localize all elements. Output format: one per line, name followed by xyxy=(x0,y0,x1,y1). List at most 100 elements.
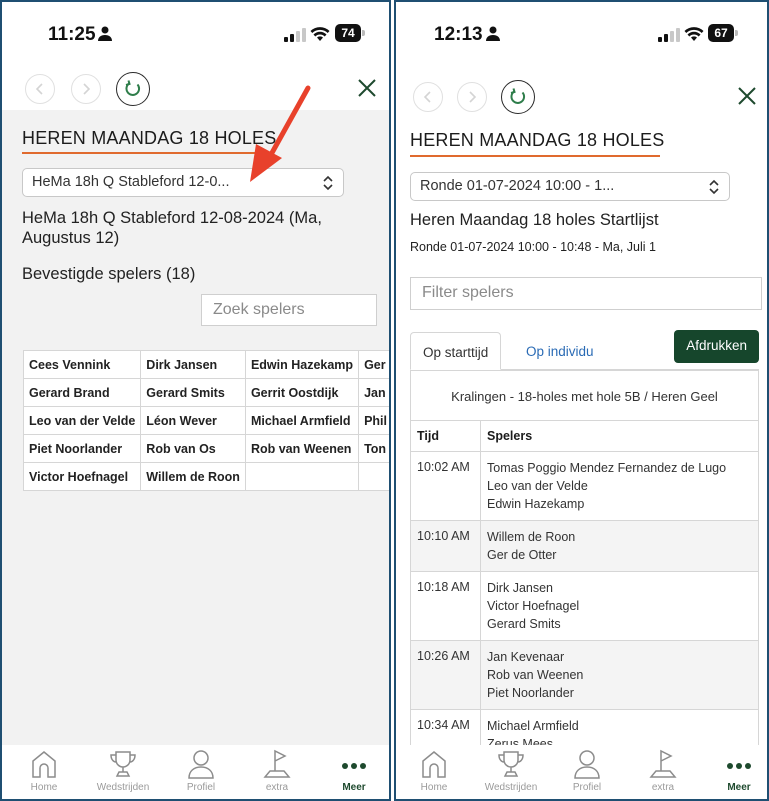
event-select-value: HeMa 18h Q Stableford 12-0... xyxy=(32,174,230,190)
course-name: Kralingen - 18-holes met hole 5B / Heren… xyxy=(411,371,758,421)
more-icon xyxy=(342,763,366,769)
player-cell xyxy=(244,462,360,491)
tee-time-players: Willem de Roon Ger de Otter xyxy=(481,521,758,571)
player-name: Rob van Weenen xyxy=(487,668,584,682)
player-cell[interactable]: Gerard Smits xyxy=(140,378,246,407)
battery-level: 67 xyxy=(708,24,734,42)
close-icon[interactable] xyxy=(356,77,378,99)
tab-home[interactable]: Home xyxy=(9,745,79,799)
player-cell[interactable]: Léon Wever xyxy=(140,406,246,435)
battery-icon: 74 xyxy=(335,24,365,42)
left-phone-screen: 11:25 74 HEREN MAANDAG 18 HOLES HeMa 18h… xyxy=(0,0,391,801)
trophy-icon xyxy=(110,751,136,777)
top-navigation xyxy=(2,72,389,110)
player-cell[interactable]: Ton xyxy=(358,434,389,463)
player-cell[interactable]: Rob van Weenen xyxy=(244,434,360,463)
refresh-button[interactable] xyxy=(116,72,150,106)
chevron-updown-icon xyxy=(709,179,719,195)
tee-time: 10:10 AM xyxy=(411,521,481,571)
tab-profiel-label: Profiel xyxy=(572,782,602,793)
tee-time-row: 10:18 AM Dirk Jansen Victor Hoefnagel Gerar… xyxy=(411,572,758,641)
column-header-players: Spelers xyxy=(487,429,533,443)
tab-profiel[interactable]: Profiel xyxy=(552,745,622,799)
back-button[interactable] xyxy=(25,74,55,104)
page-title: HEREN MAANDAG 18 HOLES xyxy=(410,130,665,150)
player-cell[interactable]: Phil xyxy=(358,406,389,435)
tab-meer[interactable]: Meer xyxy=(704,745,767,799)
table-header: Tijd Spelers xyxy=(411,421,758,452)
tee-time-row: 10:26 AM Jan Kevenaar Rob van Weenen Piet N… xyxy=(411,641,758,710)
view-tabs: Op starttijd Op individu Afdrukken xyxy=(410,330,759,370)
player-name: Edwin Hazekamp xyxy=(487,497,585,511)
tee-time: 10:26 AM xyxy=(411,641,481,709)
player-name: Gerard Smits xyxy=(487,617,561,631)
forward-button[interactable] xyxy=(71,74,101,104)
player-cell[interactable]: Rob van Os xyxy=(140,434,246,463)
tee-time: 10:02 AM xyxy=(411,452,481,520)
battery-level: 74 xyxy=(335,24,361,42)
player-cell[interactable]: Piet Noorlander xyxy=(22,434,142,463)
tee-time-row: 10:02 AM Tomas Poggio Mendez Fernandez de… xyxy=(411,452,758,521)
table-row: Gerard Brand Gerard Smits Gerrit Oostdijk J… xyxy=(22,378,389,407)
search-players-input[interactable]: Zoek spelers xyxy=(201,294,377,326)
player-cell[interactable]: Michael Armfield xyxy=(244,406,360,435)
tab-meer[interactable]: Meer xyxy=(319,745,389,799)
tab-meer-label: Meer xyxy=(342,782,366,793)
player-cell[interactable]: Victor Hoefnagel xyxy=(22,462,142,491)
players-table: Cees Vennink Dirk Jansen Edwin Hazekamp Ger… xyxy=(22,350,389,491)
tee-time-players: Jan Kevenaar Rob van Weenen Piet Noorlande… xyxy=(481,641,758,709)
tab-home-label: Home xyxy=(30,782,58,793)
player-cell[interactable]: Ger xyxy=(358,350,389,379)
table-row: Leo van der Velde Léon Wever Michael Armfi… xyxy=(22,406,389,435)
player-name: Piet Noorlander xyxy=(487,686,574,700)
tab-home[interactable]: Home xyxy=(399,745,469,799)
close-icon[interactable] xyxy=(736,85,758,107)
player-cell[interactable]: Dirk Jansen xyxy=(140,350,246,379)
player-cell[interactable]: Gerrit Oostdijk xyxy=(244,378,360,407)
refresh-icon xyxy=(510,88,526,104)
tab-wedstrijden[interactable]: Wedstrijden xyxy=(88,745,158,799)
round-info: Ronde 01-07-2024 10:00 - 10:48 - Ma, Jul… xyxy=(410,240,656,254)
tab-extra[interactable]: extra xyxy=(628,745,698,799)
home-icon xyxy=(422,751,446,778)
flag-icon xyxy=(263,749,291,778)
more-icon xyxy=(727,763,751,769)
tab-profiel[interactable]: Profiel xyxy=(166,745,236,799)
refresh-button[interactable] xyxy=(501,80,535,114)
person-icon xyxy=(188,750,214,779)
title-underline xyxy=(22,152,268,154)
chevron-right-icon xyxy=(469,91,477,103)
bottom-tab-bar: Home Wedstrijden Profiel extra Meer xyxy=(2,745,389,799)
bottom-tab-bar: Home Wedstrijden Profiel extra Meer xyxy=(396,745,767,799)
player-cell[interactable]: Cees Vennink xyxy=(22,350,142,379)
player-cell[interactable]: Leo van der Velde xyxy=(22,406,142,435)
status-bar: 12:13 67 xyxy=(396,2,767,64)
event-name: HeMa 18h Q Stableford 12-08-2024 (Ma, Au… xyxy=(22,209,322,247)
player-cell[interactable]: Willem de Roon xyxy=(140,462,246,491)
right-phone-screen: 12:13 67 HEREN MAANDAG 18 HOLES Ronde 01… xyxy=(394,0,769,801)
column-header-time: Tijd xyxy=(411,421,481,451)
title-underline xyxy=(410,155,660,157)
chevron-right-icon xyxy=(83,83,91,95)
wifi-icon xyxy=(310,27,330,41)
player-cell[interactable]: Gerard Brand xyxy=(22,378,142,407)
back-button[interactable] xyxy=(413,82,443,112)
tab-wedstrijden-label: Wedstrijden xyxy=(484,782,538,793)
player-name: Willem de Roon xyxy=(487,530,576,544)
table-row: Cees Vennink Dirk Jansen Edwin Hazekamp Ger xyxy=(22,350,389,379)
tab-extra[interactable]: extra xyxy=(242,745,312,799)
filter-players-input[interactable]: Filter spelers xyxy=(410,277,762,310)
tab-extra-label: extra xyxy=(265,782,289,793)
player-cell[interactable]: Edwin Hazekamp xyxy=(244,350,360,379)
tab-op-starttijd[interactable]: Op starttijd xyxy=(410,332,502,370)
start-list-title: Heren Maandag 18 holes Startlijst xyxy=(410,211,659,229)
person-status-icon xyxy=(98,26,112,41)
player-cell[interactable]: Jan xyxy=(358,378,389,407)
forward-button[interactable] xyxy=(457,82,487,112)
tab-wedstrijden-label: Wedstrijden xyxy=(96,782,150,793)
print-button[interactable]: Afdrukken xyxy=(674,330,759,363)
tab-wedstrijden[interactable]: Wedstrijden xyxy=(476,745,546,799)
tab-op-individu[interactable]: Op individu xyxy=(514,332,606,370)
signal-icon xyxy=(284,28,306,42)
round-select[interactable]: Ronde 01-07-2024 10:00 - 1... xyxy=(410,172,730,201)
